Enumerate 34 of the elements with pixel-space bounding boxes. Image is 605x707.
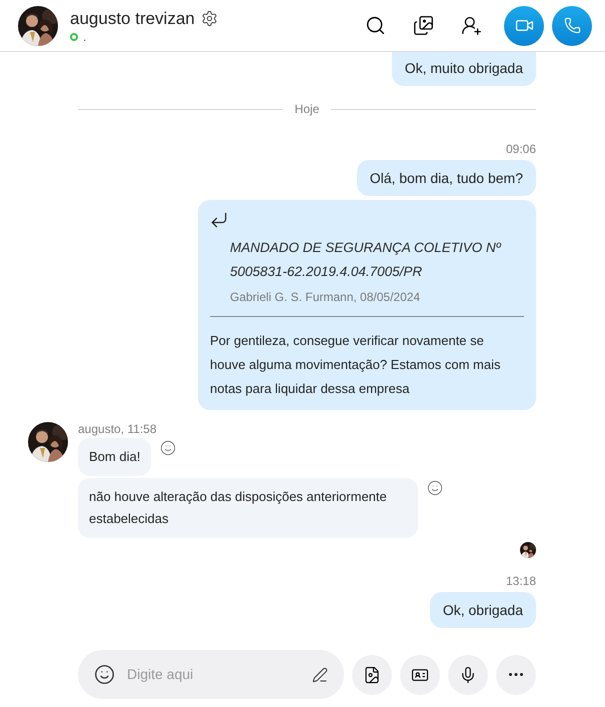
image-file-icon: [363, 666, 381, 684]
quoted-title: MANDADO DE SEGURANÇA COLETIVO Nº 5005831-62.2019.4.04.7005/PR: [230, 239, 502, 281]
reply-icon: [209, 210, 229, 230]
add-person-icon: [460, 15, 482, 36]
message-bubble: Olá, bom dia, tudo bem?: [356, 160, 536, 196]
react-icon[interactable]: [160, 440, 176, 456]
message-text: Por gentileza, consegue verificar novamente se houve alguma movimentação? Estamos com mais notas para liquidar dessa empresa: [210, 332, 502, 398]
call-button[interactable]: [552, 6, 592, 46]
settings-icon[interactable]: [200, 10, 218, 27]
message-composer[interactable]: Digite aqui: [78, 650, 344, 699]
phone-icon: [564, 17, 580, 34]
message-time: 09:06: [506, 141, 536, 158]
images-icon: [412, 15, 434, 36]
microphone-icon: [459, 666, 477, 684]
message-bubble: Bom dia!: [78, 438, 152, 476]
video-call-button[interactable]: [504, 6, 544, 46]
message-time: 13:18: [506, 573, 536, 590]
message-bubble: não houve alteração das disposições anteriormente estabelecidas: [78, 478, 418, 538]
sender-time: augusto, 11:58: [78, 422, 158, 436]
format-icon[interactable]: [312, 666, 328, 682]
more-icon: [509, 673, 523, 676]
file-button[interactable]: [352, 654, 392, 694]
microphone-button[interactable]: [448, 654, 488, 694]
message-bubble: Ok, muito obrigada: [392, 52, 536, 86]
status-text: .: [83, 30, 86, 44]
react-icon[interactable]: [427, 480, 443, 496]
message-bubble: Ok, obrigada: [430, 592, 536, 628]
date-divider-label: Hoje: [294, 101, 320, 118]
emoji-icon[interactable]: [94, 664, 115, 685]
message-input-field[interactable]: Digite aqui: [127, 664, 312, 685]
quoted-source: Gabrieli G. S. Furmann, 08/05/2024: [230, 289, 422, 306]
contact-name: augusto trevizan: [70, 8, 195, 30]
search-icon: [364, 15, 386, 36]
contact-card-button[interactable]: [400, 654, 440, 694]
